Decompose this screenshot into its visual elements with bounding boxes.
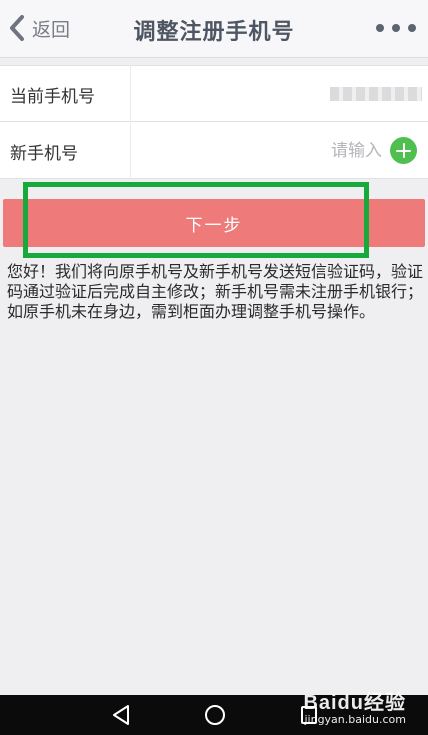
more-dot-icon — [408, 24, 416, 32]
current-phone-label: 当前手机号 — [10, 87, 95, 107]
more-options-button[interactable] — [376, 20, 416, 36]
nav-back-icon[interactable] — [110, 703, 132, 727]
next-step-button[interactable]: 下一步 — [3, 199, 425, 247]
new-phone-label: 新手机号 — [10, 144, 78, 164]
nav-home-icon[interactable] — [203, 703, 227, 727]
more-dot-icon — [376, 24, 384, 32]
add-contact-plus-icon[interactable] — [390, 137, 417, 164]
more-dot-icon — [392, 24, 400, 32]
notice-text: 您好！我们将向原手机号及新手机号发送短信验证码，验证码通过验证后完成自主修改；新… — [7, 262, 424, 321]
nav-recent-apps-icon[interactable] — [298, 703, 320, 727]
row-divider — [130, 66, 131, 122]
page-title: 调整注册手机号 — [133, 20, 295, 45]
header-bar: 返回 调整注册手机号 — [0, 0, 428, 58]
row-divider — [130, 123, 131, 179]
system-nav-bar — [0, 695, 428, 735]
current-phone-row: 当前手机号 — [0, 66, 428, 122]
new-phone-row: 新手机号 — [0, 123, 428, 179]
current-phone-value-masked — [330, 87, 422, 101]
new-phone-input[interactable] — [222, 137, 382, 165]
phone-form: 当前手机号 新手机号 — [0, 65, 428, 179]
